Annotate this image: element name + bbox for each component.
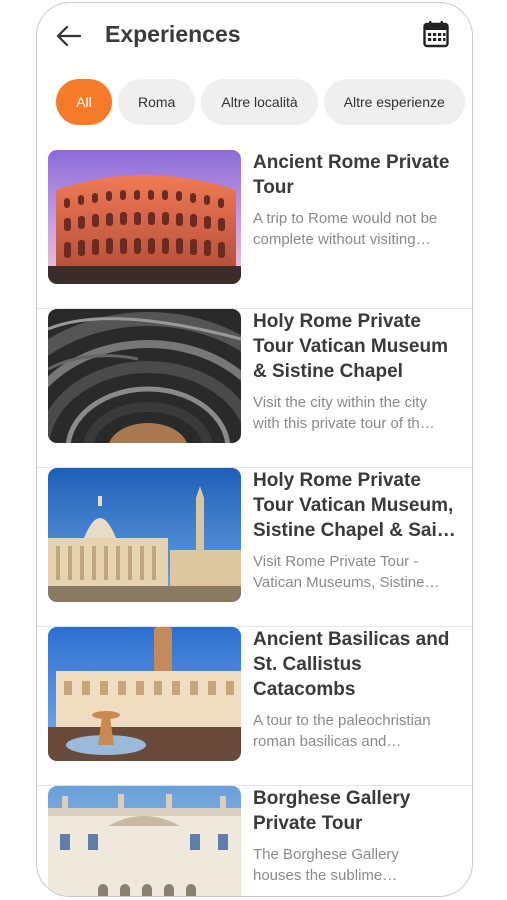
filter-chip-roma[interactable]: Roma <box>118 79 196 125</box>
experience-description: A trip to Rome would not be <box>253 210 438 227</box>
page-title: Experiences <box>105 21 241 47</box>
arrow-left-icon <box>56 25 82 47</box>
experience-description: The Borghese Gallery <box>253 846 399 863</box>
experience-title: & Sistine Chapel <box>253 361 403 382</box>
experience-image-borghese <box>48 786 241 896</box>
app-header: Experiences <box>37 3 472 67</box>
experience-description: roman basilicas and… <box>253 733 402 750</box>
experience-card[interactable]: Ancient Rome Private Tour A trip to Rome… <box>37 150 472 309</box>
experience-title: Holy Rome Private <box>253 311 421 332</box>
experience-image-st-peters <box>48 468 241 602</box>
experience-title: Private Tour <box>253 813 363 834</box>
experience-title: Sistine Chapel & Sain… <box>253 520 463 541</box>
experience-description: houses the sublime… <box>253 867 398 884</box>
experience-description: A tour to the paleochristian <box>253 712 431 729</box>
phone-frame: Experiences All Roma Altre località Altr… <box>36 2 473 897</box>
experience-description: Visit the city within the city <box>253 394 427 411</box>
experience-title: Holy Rome Private <box>253 470 421 491</box>
experience-description: Visit Rome Private Tour - <box>253 553 419 570</box>
filter-chips: All Roma Altre località Altre esperienze <box>56 79 465 125</box>
experience-title: Tour Vatican Museum <box>253 336 448 357</box>
experience-title: Ancient Rome Private <box>253 152 450 173</box>
experience-title: St. Callistus <box>253 654 362 675</box>
experience-title: Borghese Gallery <box>253 788 411 809</box>
experience-image-basilica <box>48 627 241 761</box>
experience-card[interactable]: Ancient Basilicas and St. Callistus Cata… <box>37 627 472 786</box>
experience-image-colosseum <box>48 150 241 284</box>
experience-description: complete without visiting… <box>253 231 431 248</box>
experience-list: Ancient Rome Private Tour A trip to Rome… <box>37 150 472 896</box>
filter-chip-altre-esperienze[interactable]: Altre esperienze <box>323 79 465 125</box>
filter-chip-altre-localita[interactable]: Altre località <box>201 79 318 125</box>
experience-title: Tour <box>253 177 294 198</box>
experience-card[interactable]: Borghese Gallery Private Tour The Borghe… <box>37 786 472 896</box>
experience-description: with this private tour of th… <box>253 415 435 432</box>
experience-description: Vatican Museums, Sistine… <box>253 574 440 591</box>
experience-title: Tour Vatican Museum, <box>253 495 454 516</box>
filter-chip-all[interactable]: All <box>56 79 112 125</box>
experience-title: Catacombs <box>253 679 356 700</box>
calendar-button[interactable] <box>423 20 449 48</box>
back-button[interactable] <box>55 22 83 50</box>
experience-title: Ancient Basilicas and <box>253 629 450 650</box>
calendar-icon <box>423 21 449 48</box>
experience-card[interactable]: Holy Rome Private Tour Vatican Museum & … <box>37 309 472 468</box>
experience-card[interactable]: Holy Rome Private Tour Vatican Museum, S… <box>37 468 472 627</box>
experience-image-vatican-staircase <box>48 309 241 443</box>
